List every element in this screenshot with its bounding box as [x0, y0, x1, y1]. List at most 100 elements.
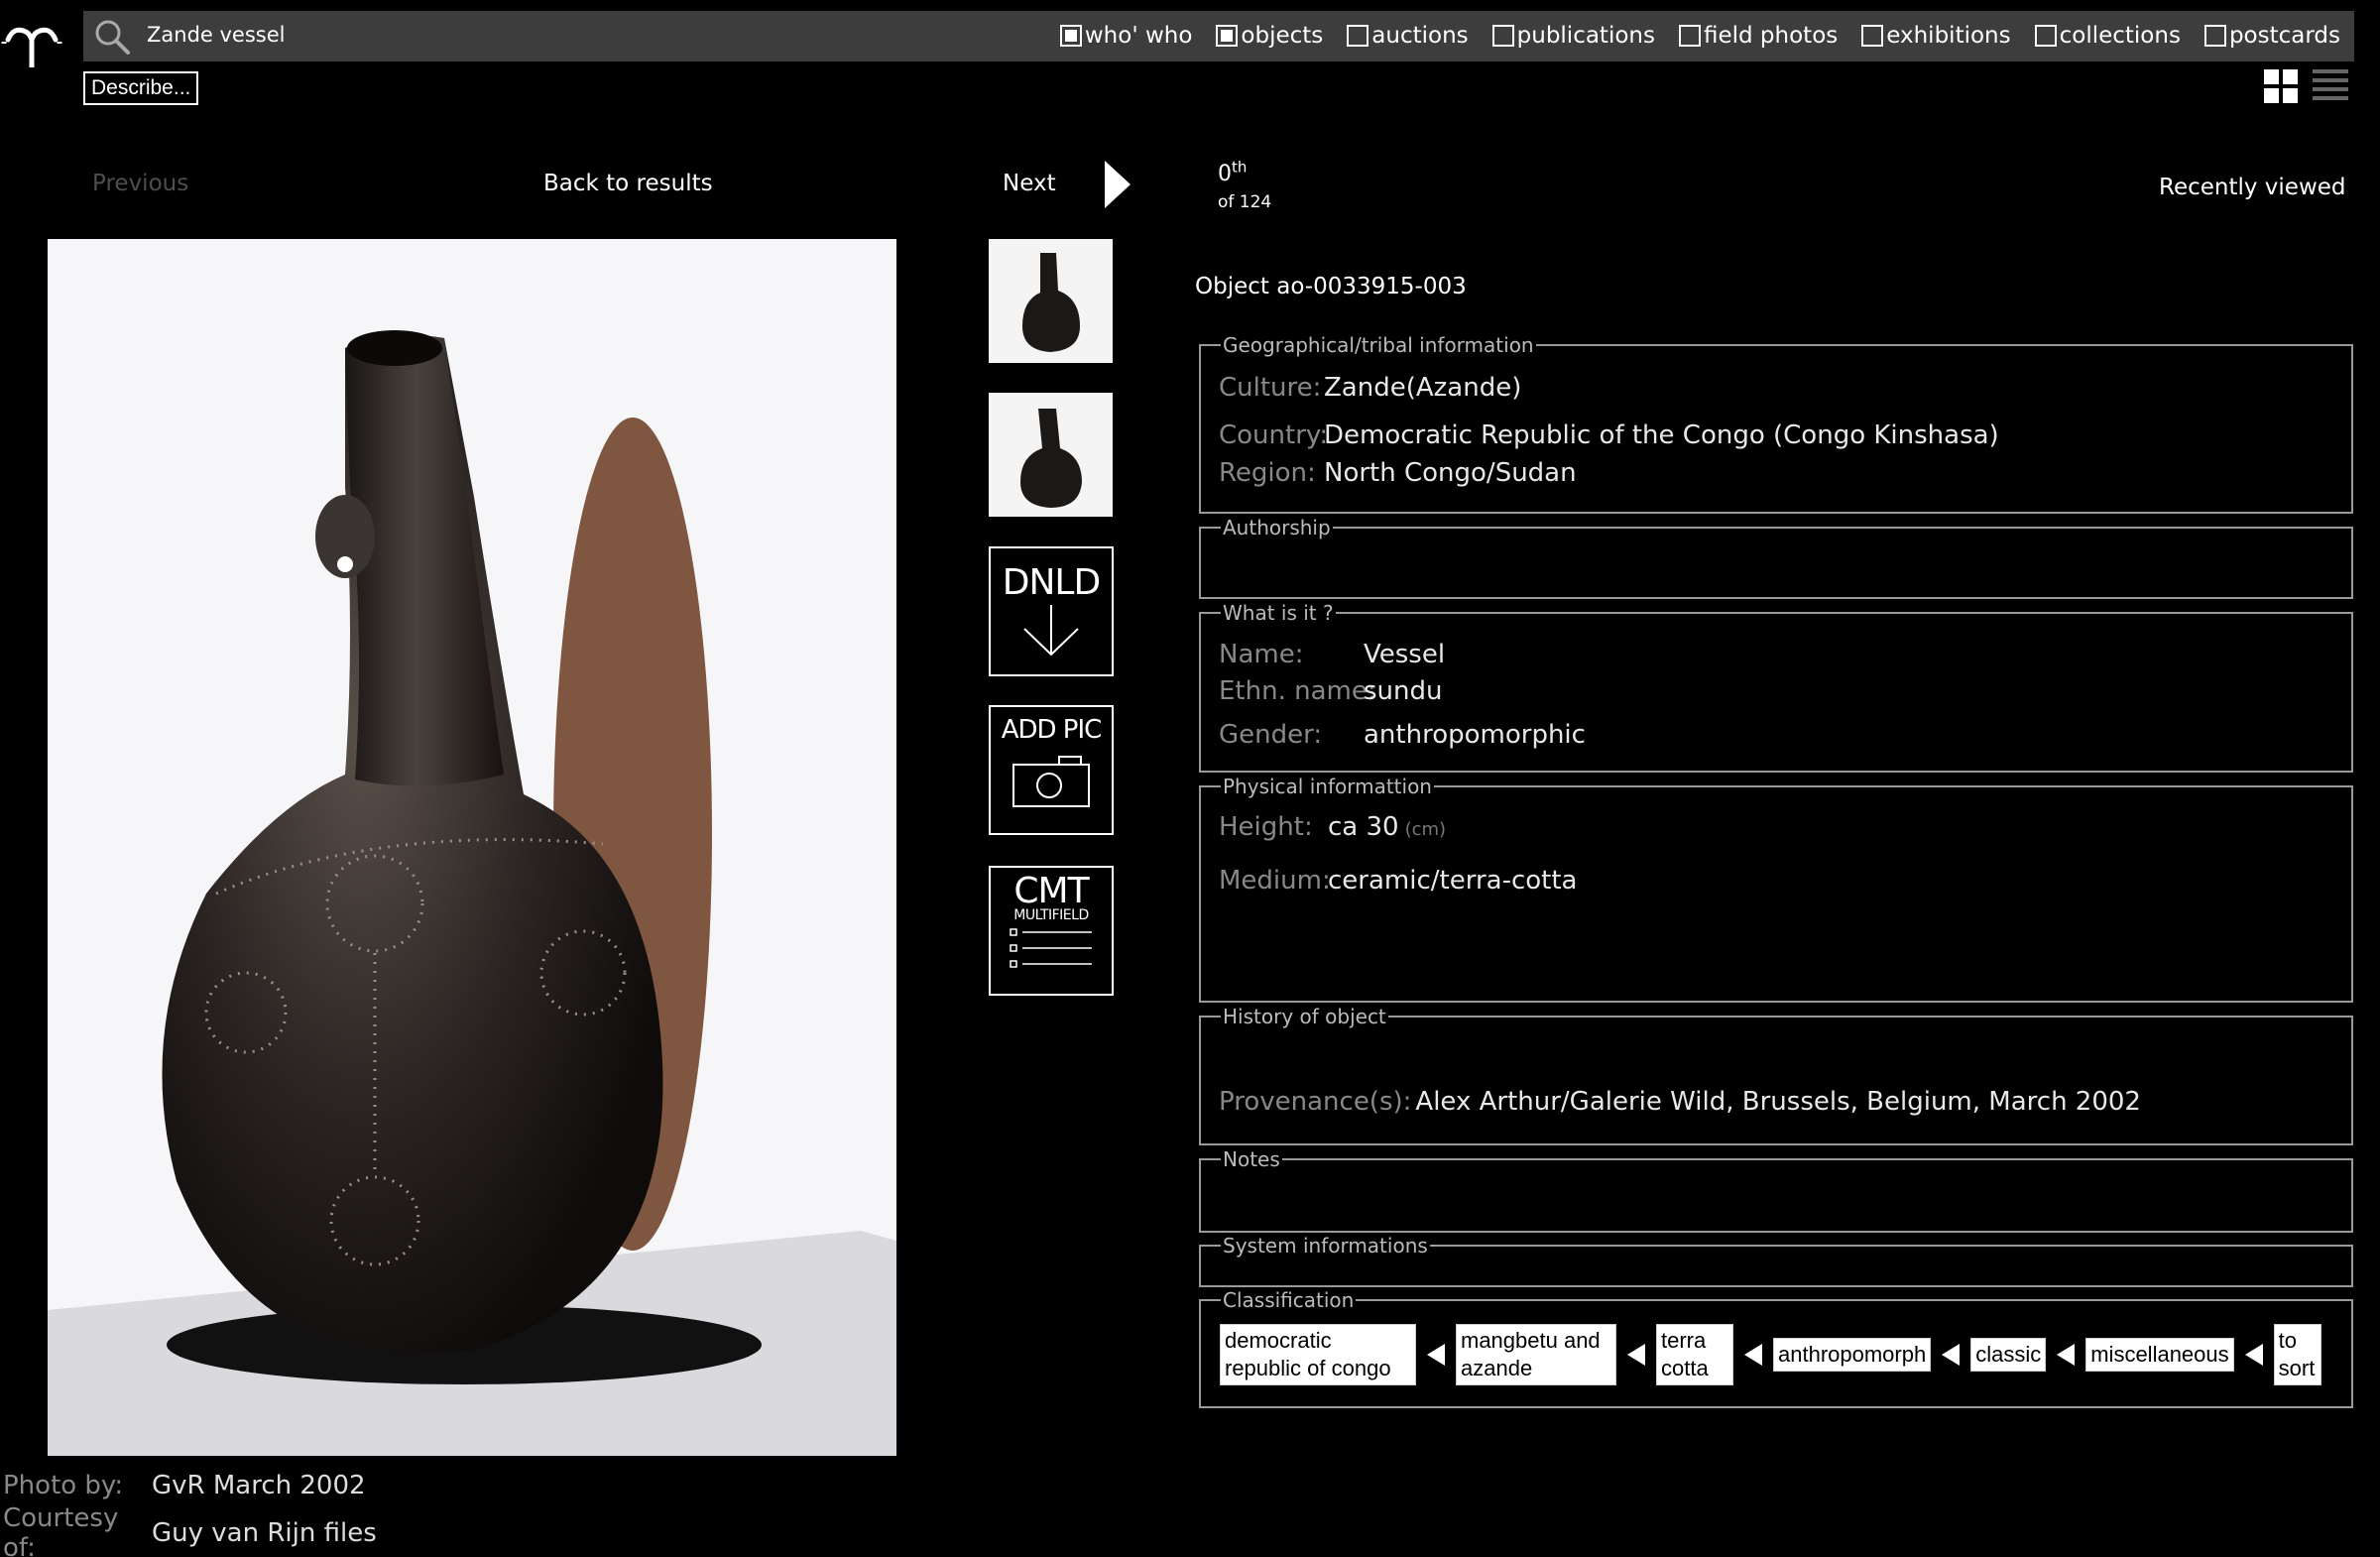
field-label: Gender: — [1219, 720, 1323, 750]
position-suffix: th — [1232, 159, 1248, 177]
previous-link[interactable]: Previous — [92, 171, 188, 196]
section-title: Classification — [1223, 1288, 1355, 1312]
classification-chip[interactable]: mangbetu and azande — [1456, 1324, 1616, 1385]
checkbox[interactable] — [2203, 25, 2226, 47]
comment-button[interactable]: CMT MULTIFIELD — [989, 866, 1114, 996]
filter-collections[interactable]: collections — [2034, 23, 2181, 49]
back-to-results-link[interactable]: Back to results — [543, 171, 713, 196]
classification-chip[interactable]: terra cotta — [1656, 1324, 1733, 1385]
checkbox[interactable] — [1347, 25, 1369, 47]
section-title: History of object — [1223, 1005, 1386, 1028]
field-value: Zande(Azande) — [1324, 373, 1522, 403]
credit-label: Courtesy of: — [3, 1503, 119, 1557]
notes-section: Notes — [1199, 1147, 2353, 1233]
add-picture-label: ADD PIC — [1001, 715, 1103, 745]
recently-viewed-link[interactable]: Recently viewed — [2159, 175, 2346, 200]
section-title: What is it ? — [1223, 601, 1334, 625]
classification-chip[interactable]: miscellaneous — [2085, 1338, 2234, 1372]
field-label: Medium: — [1219, 866, 1331, 896]
checkbox[interactable] — [1216, 25, 1239, 47]
arrow-left-icon — [1427, 1344, 1445, 1366]
field-label: Region: — [1219, 458, 1316, 488]
next-arrow-icon[interactable] — [1103, 159, 1132, 210]
result-total: of 124 — [1218, 192, 1272, 213]
result-counter: 0th of 124 — [1218, 159, 1271, 212]
checkbox[interactable] — [1491, 25, 1514, 47]
section-title: Geographical/tribal information — [1223, 333, 1534, 357]
classification-chip[interactable]: classic — [1970, 1338, 2047, 1372]
arrow-left-icon — [2244, 1344, 2263, 1366]
filter-whos-who[interactable]: who' who — [1059, 23, 1192, 49]
list-view-icon[interactable] — [2313, 67, 2348, 103]
section-title: Authorship — [1223, 516, 1331, 539]
classification-chip[interactable]: democratic republic of congo — [1220, 1324, 1416, 1385]
country-field: Country: Democratic Republic of the Congo… — [1219, 420, 1999, 450]
arrow-left-icon — [1744, 1344, 1762, 1366]
field-label: Ethn. name: — [1219, 676, 1376, 706]
add-picture-button[interactable]: ADD PIC — [989, 705, 1114, 835]
arrow-left-icon — [1627, 1344, 1645, 1366]
field-value: Democratic Republic of the Congo (Congo … — [1324, 420, 1999, 450]
field-label: Height: — [1219, 812, 1313, 842]
checklist-icon — [1010, 928, 1092, 968]
search-input[interactable]: Zande vessel — [147, 23, 285, 47]
download-button[interactable]: DNLD — [989, 546, 1114, 676]
grid-view-icon[interactable] — [2264, 69, 2298, 103]
region-field: Region: North Congo/Sudan — [1219, 458, 1577, 488]
field-value: ca 30 — [1328, 812, 1399, 842]
field-label: Provenance(s): — [1219, 1087, 1412, 1117]
next-link[interactable]: Next — [1003, 171, 1056, 196]
section-title: Notes — [1223, 1147, 1280, 1171]
height-field: Height: ca 30 (cm) — [1219, 812, 1446, 842]
thumbnail[interactable] — [989, 393, 1113, 517]
filter-objects[interactable]: objects — [1216, 23, 1323, 49]
object-title: Object ao-0033915-003 — [1195, 274, 1467, 299]
history-section: History of object — [1199, 1005, 2353, 1145]
result-position: 0 — [1218, 162, 1232, 187]
classification-chip[interactable]: to sort — [2273, 1324, 2321, 1385]
filter-exhibitions[interactable]: exhibitions — [1861, 23, 2011, 49]
filter-postcards[interactable]: postcards — [2203, 23, 2340, 49]
field-value: Vessel — [1364, 640, 1446, 669]
vessel-thumbnail — [989, 239, 1113, 363]
thumbnail[interactable] — [989, 239, 1113, 363]
describe-button[interactable]: Describe... — [83, 71, 199, 105]
provenance-field: Provenance(s): Alex Arthur/Galerie Wild, … — [1219, 1087, 2141, 1117]
classification-chip[interactable]: anthropomorph — [1773, 1338, 1932, 1372]
filter-auctions[interactable]: auctions — [1347, 23, 1469, 49]
search-filters: who' who objects auctions publications f… — [1036, 23, 2340, 49]
field-value: anthropomorphic — [1364, 720, 1586, 750]
object-photo[interactable] — [48, 239, 896, 1456]
checkbox[interactable] — [1059, 25, 1082, 47]
credit-row: Photo by: GvR March 2002 — [3, 1462, 377, 1509]
filter-field-photos[interactable]: field photos — [1678, 23, 1838, 49]
download-arrow-icon — [1023, 605, 1079, 657]
checkbox[interactable] — [1678, 25, 1701, 47]
credit-value: GvR March 2002 — [152, 1471, 366, 1500]
field-label: Name: — [1219, 640, 1304, 669]
search-bar: Zande vessel who' who objects auctions p… — [83, 11, 2354, 61]
credit-row: Courtesy of: Guy van Rijn files — [3, 1503, 377, 1557]
medium-field: Medium: ceramic/terra-cotta — [1219, 866, 1577, 896]
vessel-image — [48, 239, 896, 1456]
field-value: Alex Arthur/Galerie Wild, Brussels, Belg… — [1415, 1087, 2141, 1117]
arrow-left-icon — [2057, 1344, 2076, 1366]
site-logo[interactable] — [0, 14, 63, 69]
comment-label: CMT — [1013, 871, 1089, 911]
field-label: Country: — [1219, 420, 1329, 450]
authorship-section: Authorship — [1199, 516, 2353, 599]
filter-publications[interactable]: publications — [1491, 23, 1655, 49]
field-label: Culture: — [1219, 373, 1322, 403]
section-title: System informations — [1223, 1234, 1428, 1258]
field-value: sundu — [1364, 676, 1443, 706]
unit-label: (cm) — [1404, 819, 1447, 840]
credit-label: Photo by: — [3, 1471, 124, 1500]
checkbox[interactable] — [2034, 25, 2057, 47]
comment-sublabel: MULTIFIELD — [1013, 907, 1089, 923]
section-title: Physical informattion — [1223, 775, 1432, 798]
name-field: Name: Vessel — [1219, 640, 1445, 669]
checkbox[interactable] — [1861, 25, 1884, 47]
search-icon[interactable] — [93, 18, 131, 56]
photo-credits: Photo by: GvR March 2002 Courtesy of: Gu… — [3, 1462, 377, 1557]
arrow-left-icon — [1942, 1344, 1961, 1366]
